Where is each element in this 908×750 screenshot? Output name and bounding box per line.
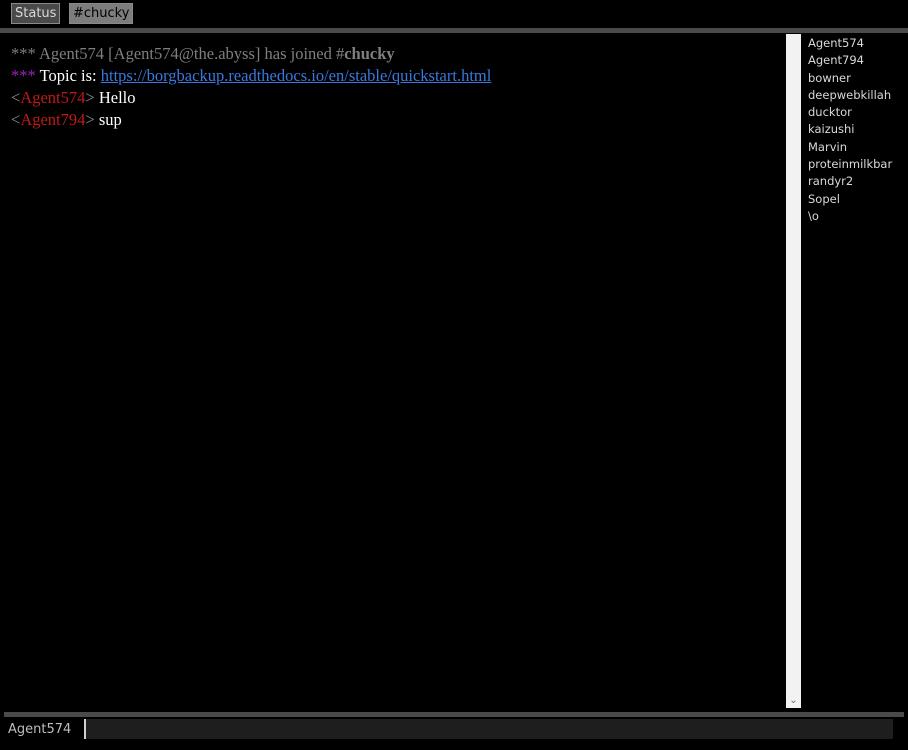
- message-nick[interactable]: Agent794: [20, 110, 85, 129]
- user-list-item[interactable]: proteinmilkbar: [808, 156, 908, 173]
- chat-message: <Agent574> Hello: [11, 87, 781, 109]
- user-list-item[interactable]: randyr2: [808, 173, 908, 190]
- message-text: Hello: [94, 88, 136, 107]
- nick-open-bracket: <: [11, 88, 21, 107]
- user-list-item[interactable]: \o: [808, 208, 908, 225]
- tab-status[interactable]: Status: [11, 3, 61, 24]
- chat-scrollbar[interactable]: ⌄: [786, 34, 801, 708]
- topic-link[interactable]: https://borgbackup.readthedocs.io/en/sta…: [101, 66, 492, 85]
- input-nick-label[interactable]: Agent574: [8, 721, 71, 739]
- user-list-item[interactable]: kaizushi: [808, 121, 908, 138]
- tab-chucky[interactable]: #chucky: [69, 3, 134, 24]
- user-list-item[interactable]: Marvin: [808, 139, 908, 156]
- user-list-item[interactable]: bowner: [808, 70, 908, 87]
- chat-message: <Agent794> sup: [11, 109, 781, 131]
- user-list-item[interactable]: ducktor: [808, 104, 908, 121]
- nick-open-bracket: <: [11, 110, 21, 129]
- topic-line: *** Topic is: https://borgbackup.readthe…: [11, 65, 781, 87]
- topic-stars: ***: [11, 66, 36, 85]
- chat-log: *** Agent574 [Agent574@the.abyss] has jo…: [11, 43, 781, 703]
- user-list-item[interactable]: Agent574: [808, 35, 908, 52]
- message-text: sup: [94, 110, 122, 129]
- nick-close-bracket: >: [85, 110, 95, 129]
- message-nick[interactable]: Agent574: [20, 88, 85, 107]
- join-line: *** Agent574 [Agent574@the.abyss] has jo…: [11, 43, 781, 65]
- top-divider: [0, 28, 908, 33]
- user-list-item[interactable]: Agent794: [808, 52, 908, 69]
- user-list-item[interactable]: deepwebkillah: [808, 87, 908, 104]
- join-text: Agent574 [Agent574@the.abyss] has joined…: [35, 44, 345, 63]
- input-row: Agent574: [0, 717, 908, 750]
- tab-bar: Status #chucky: [0, 0, 908, 28]
- scroll-down-arrow-icon[interactable]: ⌄: [786, 694, 801, 708]
- nick-close-bracket: >: [85, 88, 95, 107]
- join-stars: ***: [11, 44, 36, 63]
- join-channel: chucky: [344, 44, 395, 63]
- irc-client-window: Status #chucky *** Agent574 [Agent574@th…: [0, 0, 908, 750]
- topic-label: Topic is:: [35, 66, 101, 85]
- user-list-item[interactable]: Sopel: [808, 191, 908, 208]
- user-list: Agent574 Agent794 bowner deepwebkillah d…: [808, 34, 908, 708]
- message-input[interactable]: [84, 719, 893, 739]
